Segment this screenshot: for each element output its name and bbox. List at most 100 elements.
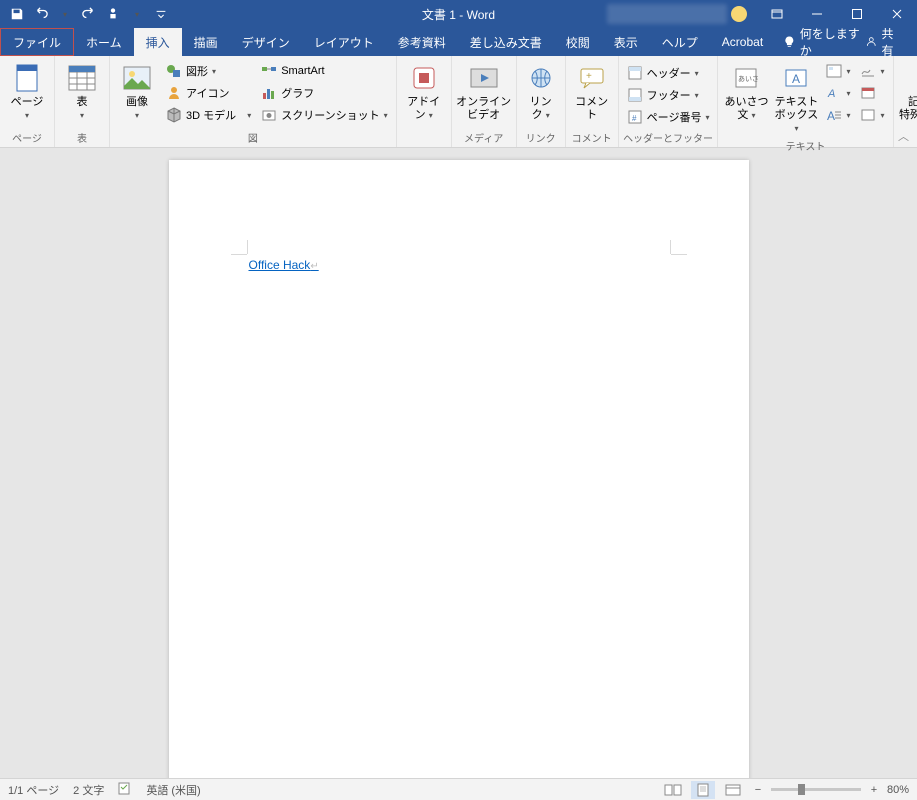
undo-button[interactable]: [30, 3, 52, 25]
user-name-area[interactable]: [607, 4, 727, 24]
tab-file[interactable]: ファイル: [0, 28, 74, 56]
tab-draw[interactable]: 描画: [182, 28, 230, 56]
addin-icon: [408, 62, 440, 94]
wordart-button[interactable]: A▾: [822, 82, 854, 104]
icons-button[interactable]: アイコン: [162, 82, 255, 104]
tab-mailings[interactable]: 差し込み文書: [458, 28, 554, 56]
tab-review[interactable]: 校閲: [554, 28, 602, 56]
document-page[interactable]: Office Hack↵: [169, 160, 749, 778]
chart-label: グラフ: [281, 85, 314, 101]
tab-help[interactable]: ヘルプ: [650, 28, 710, 56]
sigline-button[interactable]: ▾: [856, 60, 888, 82]
save-button[interactable]: [6, 3, 28, 25]
group-tables-label: 表: [59, 128, 105, 147]
group-tables: 表▾ 表: [55, 56, 110, 147]
zoom-slider[interactable]: [771, 788, 861, 791]
group-headerfooter-label: ヘッダーとフッター: [623, 128, 714, 147]
shapes-label: 図形: [186, 63, 208, 79]
symbol-button[interactable]: Ω 記号と 特殊文字 ▾: [898, 58, 917, 122]
touch-mode-button[interactable]: [102, 3, 124, 25]
redo-button[interactable]: [78, 3, 100, 25]
qat-customize-button[interactable]: [150, 3, 172, 25]
zoom-in-button[interactable]: +: [867, 784, 881, 796]
smartart-button[interactable]: SmartArt: [257, 60, 391, 82]
header-icon: [627, 65, 643, 81]
doc-text-content: Office Hack: [249, 258, 311, 272]
tab-references[interactable]: 参考資料: [386, 28, 458, 56]
comment-button[interactable]: + コメン ト: [570, 58, 614, 122]
share-icon: [865, 35, 878, 49]
chart-icon: [261, 85, 277, 101]
status-page[interactable]: 1/1 ページ: [8, 782, 59, 798]
group-pages: ページ▾ ページ: [0, 56, 55, 147]
ribbon: ページ▾ ページ 表▾ 表 画像▾ 図形 ▾ アイコン 3D モデル ▾: [0, 56, 917, 148]
ribbon-display-button[interactable]: [757, 0, 797, 28]
tell-me-search[interactable]: 何をしますか: [783, 28, 865, 56]
datetime-button[interactable]: [856, 82, 888, 104]
collapse-ribbon-button[interactable]: ︿: [898, 128, 909, 144]
addins-label: アドイ ン: [407, 96, 440, 121]
view-read-button[interactable]: [661, 781, 685, 799]
online-video-button[interactable]: オンライン ビデオ: [456, 58, 512, 122]
title-right: [607, 0, 917, 28]
signature-icon: [860, 63, 876, 79]
object-button[interactable]: ▾: [856, 104, 888, 126]
maximize-button[interactable]: [837, 0, 877, 28]
document-area[interactable]: Office Hack↵: [0, 148, 917, 778]
status-proof-icon[interactable]: [118, 781, 132, 798]
tab-acrobat[interactable]: Acrobat: [710, 28, 775, 56]
addins-button[interactable]: アドイ ン ▾: [401, 58, 447, 122]
status-lang[interactable]: 英語 (米国): [146, 782, 200, 798]
group-pages-label: ページ: [4, 128, 50, 147]
textbox-button[interactable]: A テキスト ボックス ▾: [772, 58, 820, 136]
header-button[interactable]: ヘッダー ▾: [623, 62, 714, 84]
pages-button[interactable]: ページ▾: [4, 58, 50, 122]
group-text: あいさつ あいさつ 文 ▾ A テキスト ボックス ▾ ▾ A▾ A▾ ▾ ▾ …: [718, 56, 893, 147]
touch-drop-icon[interactable]: ▾: [126, 3, 148, 25]
tab-insert[interactable]: 挿入: [134, 28, 182, 56]
screenshot-button[interactable]: スクリーンショット ▾: [257, 104, 391, 126]
group-illustrations-label: 図: [114, 128, 392, 147]
datetime-icon: [860, 85, 876, 101]
status-bar: 1/1 ページ 2 文字 英語 (米国) − + 80%: [0, 778, 917, 800]
table-icon: [66, 62, 98, 94]
footer-icon: [627, 87, 643, 103]
pictures-button[interactable]: 画像▾: [114, 58, 160, 122]
zoom-level[interactable]: 80%: [887, 784, 909, 796]
pagenum-icon: #: [627, 109, 643, 125]
group-headerfooter: ヘッダー ▾ フッター ▾ #ページ番号 ▾ ヘッダーとフッター: [619, 56, 719, 147]
quickparts-button[interactable]: ▾: [822, 60, 854, 82]
tab-design[interactable]: デザイン: [230, 28, 302, 56]
table-label: 表: [77, 96, 88, 108]
view-web-button[interactable]: [721, 781, 745, 799]
svg-text:あいさつ: あいさつ: [738, 75, 759, 83]
tab-view[interactable]: 表示: [602, 28, 650, 56]
comment-label: コメン ト: [575, 96, 608, 121]
table-button[interactable]: 表▾: [59, 58, 105, 122]
group-links-label: リンク: [521, 128, 561, 147]
page-icon: [11, 62, 43, 94]
share-button[interactable]: 共有: [865, 28, 917, 56]
chart-button[interactable]: グラフ: [257, 82, 391, 104]
share-label: 共有: [881, 25, 903, 59]
shapes-button[interactable]: 図形 ▾: [162, 60, 255, 82]
header-label: ヘッダー: [647, 65, 691, 81]
close-button[interactable]: [877, 0, 917, 28]
zoom-out-button[interactable]: −: [751, 784, 765, 796]
tab-layout[interactable]: レイアウト: [302, 28, 386, 56]
status-words[interactable]: 2 文字: [73, 782, 104, 798]
minimize-button[interactable]: [797, 0, 837, 28]
view-print-button[interactable]: [691, 781, 715, 799]
tab-home[interactable]: ホーム: [74, 28, 134, 56]
undo-drop-icon[interactable]: ▾: [54, 3, 76, 25]
zoom-thumb[interactable]: [798, 784, 805, 795]
user-avatar[interactable]: [731, 6, 747, 22]
dropcap-button[interactable]: A▾: [822, 104, 854, 126]
lightbulb-icon: [783, 35, 796, 49]
pagenum-button[interactable]: #ページ番号 ▾: [623, 106, 714, 128]
3dmodels-button[interactable]: 3D モデル ▾: [162, 104, 255, 126]
footer-button[interactable]: フッター ▾: [623, 84, 714, 106]
document-hyperlink[interactable]: Office Hack↵: [249, 258, 319, 273]
link-button[interactable]: リン ク ▾: [521, 58, 561, 122]
greeting-button[interactable]: あいさつ あいさつ 文 ▾: [722, 58, 770, 122]
